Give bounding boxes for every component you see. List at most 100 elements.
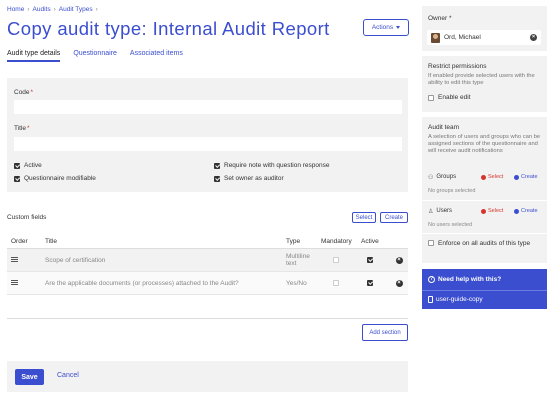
tab-questionnaire[interactable]: Questionnaire <box>73 50 117 62</box>
clear-icon[interactable]: × <box>530 34 537 41</box>
title-input[interactable] <box>14 137 402 151</box>
breadcrumb-home[interactable]: Home <box>7 6 24 13</box>
tab-associated-items[interactable]: Associated items <box>130 50 183 62</box>
avatar <box>431 32 440 43</box>
user-guide-link[interactable]: user-guide-copy <box>428 296 483 303</box>
active-row-checkbox[interactable] <box>367 280 373 286</box>
groups-create-button[interactable]: Create <box>514 174 538 180</box>
enforce-row[interactable]: Enforce on all audits of this type <box>428 239 538 248</box>
actions-dropdown-button[interactable]: Actions <box>363 19 409 36</box>
col-type: Type <box>286 238 301 245</box>
enable-edit-row[interactable]: Enable edit <box>428 94 471 101</box>
remove-circle-icon <box>481 174 486 180</box>
owner-panel: Owner * Ord, Michael × <box>422 6 547 51</box>
questionnaire-modifiable-checkbox-row[interactable]: Questionnaire modifiable <box>14 175 96 182</box>
divider <box>422 200 547 201</box>
audit-team-panel: Audit team A selection of users and grou… <box>422 117 547 263</box>
user-icon: ♙ <box>428 208 434 215</box>
restrict-permissions-panel: Restrict permissions If enabled provide … <box>422 56 547 112</box>
active-checkbox-label: Active <box>24 162 42 169</box>
col-mandatory: Mandatory <box>321 238 352 245</box>
document-icon <box>428 296 433 303</box>
caret-down-icon <box>396 26 401 29</box>
set-owner-checkbox-row[interactable]: Set owner as auditor <box>214 175 284 182</box>
enforce-checkbox[interactable] <box>428 240 434 246</box>
restrict-permissions-description: If enabled provide selected users with t… <box>428 73 535 86</box>
user-guide-label: user-guide-copy <box>436 296 483 303</box>
require-note-checkbox-row[interactable]: Require note with question response <box>214 162 330 169</box>
users-row: ♙ Users Select Create <box>422 205 547 217</box>
help-panel: ? Need help with this? user-guide-copy <box>422 269 547 309</box>
groups-label: Groups <box>436 174 457 180</box>
tab-bar: Audit type details Questionnaire Associa… <box>7 50 183 62</box>
remove-icon[interactable]: × <box>395 256 403 264</box>
custom-fields-create-button[interactable]: Create <box>380 212 408 223</box>
restrict-permissions-title: Restrict permissions <box>428 63 487 70</box>
owner-select[interactable]: Ord, Michael × <box>427 30 541 45</box>
mandatory-checkbox[interactable] <box>332 280 339 286</box>
require-note-checkbox[interactable] <box>214 162 220 169</box>
breadcrumb-audit-types[interactable]: Audit Types <box>59 6 93 13</box>
breadcrumb: Home › Audits › Audit Types › <box>7 6 101 13</box>
table-header: Order Title Type Mandatory Active <box>7 235 408 249</box>
groups-row: ⚇ Groups Select Create <box>422 171 547 183</box>
mandatory-checkbox[interactable] <box>332 257 339 263</box>
users-create-button[interactable]: Create <box>514 208 538 214</box>
enable-edit-label: Enable edit <box>438 94 471 101</box>
help-title: Need help with this? <box>438 276 502 283</box>
active-checkbox[interactable] <box>14 162 20 169</box>
save-button[interactable]: Save <box>15 369 44 385</box>
remove-icon[interactable]: × <box>395 279 403 287</box>
form-footer: Save Cancel <box>7 361 408 392</box>
table-row: Scope of certification Multiline text × <box>7 249 408 272</box>
add-section-button[interactable]: Add section <box>362 324 408 341</box>
set-owner-checkbox[interactable] <box>214 175 220 182</box>
custom-fields-label: Custom fields <box>7 214 47 221</box>
sidebar: Owner * Ord, Michael × Restrict permissi… <box>422 0 547 400</box>
divider <box>422 233 547 234</box>
table-row: Are the applicable documents (or process… <box>7 272 408 295</box>
cancel-link[interactable]: Cancel <box>57 372 79 379</box>
remove-circle-icon <box>481 208 486 214</box>
active-row-checkbox[interactable] <box>367 257 373 263</box>
questionnaire-modifiable-checkbox[interactable] <box>14 175 20 182</box>
require-note-label: Require note with question response <box>224 162 330 169</box>
row-title[interactable]: Scope of certification <box>45 257 286 264</box>
groups-select-button[interactable]: Select <box>481 174 503 180</box>
chevron-right-icon: › <box>53 6 56 13</box>
users-select-button[interactable]: Select <box>481 208 503 214</box>
users-label: Users <box>436 208 453 214</box>
title-label: Title* <box>14 125 30 132</box>
add-circle-icon <box>514 208 519 214</box>
drag-handle-icon[interactable] <box>11 256 18 262</box>
details-form: Code* Title* Active Questionnaire modifi… <box>7 78 408 192</box>
add-circle-icon <box>514 174 519 180</box>
enable-edit-checkbox[interactable] <box>428 94 434 101</box>
divider <box>7 318 408 319</box>
custom-fields-table: Order Title Type Mandatory Active Scope … <box>7 235 408 295</box>
main-content: Home › Audits › Audit Types › Copy audit type… <box>0 0 416 400</box>
audit-team-description: A selection of users and groups who can … <box>428 134 541 154</box>
chevron-right-icon: › <box>95 6 98 13</box>
col-title: Title <box>45 238 58 245</box>
active-checkbox-row[interactable]: Active <box>14 162 42 169</box>
drag-handle-icon[interactable] <box>11 279 18 285</box>
set-owner-label: Set owner as auditor <box>224 175 284 182</box>
custom-fields-select-button[interactable]: Select <box>352 212 376 223</box>
code-input[interactable] <box>14 100 402 114</box>
enforce-label: Enforce on all audits of this type <box>438 240 531 247</box>
actions-label: Actions <box>371 24 394 31</box>
col-order: Order <box>11 238 28 245</box>
col-active: Active <box>361 238 379 245</box>
page-title: Copy audit type: Internal Audit Report <box>7 18 330 39</box>
row-type: Multiline text <box>286 253 310 267</box>
breadcrumb-audits[interactable]: Audits <box>33 6 51 13</box>
divider <box>422 290 547 291</box>
owner-label: Owner * <box>428 15 452 22</box>
groups-empty: No groups selected <box>428 188 476 194</box>
row-title[interactable]: Are the applicable documents (or process… <box>45 280 286 287</box>
tab-audit-type-details[interactable]: Audit type details <box>7 50 61 62</box>
audit-team-title: Audit team <box>428 124 460 131</box>
questionnaire-modifiable-label: Questionnaire modifiable <box>24 175 96 182</box>
users-empty: No users selected <box>428 222 473 228</box>
